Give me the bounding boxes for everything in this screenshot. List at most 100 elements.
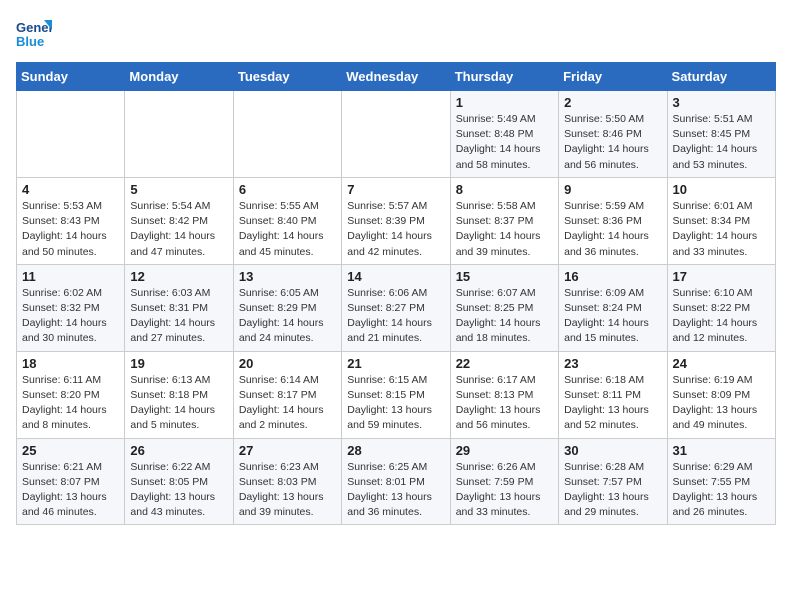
day-info: Sunrise: 5:50 AMSunset: 8:46 PMDaylight:…: [564, 112, 661, 173]
day-info: Sunrise: 6:13 AMSunset: 8:18 PMDaylight:…: [130, 373, 227, 434]
day-number: 12: [130, 269, 227, 284]
day-number: 15: [456, 269, 553, 284]
calendar-cell: 8 Sunrise: 5:58 AMSunset: 8:37 PMDaylight…: [450, 177, 558, 264]
calendar-cell: 5 Sunrise: 5:54 AMSunset: 8:42 PMDaylight…: [125, 177, 233, 264]
day-info: Sunrise: 6:09 AMSunset: 8:24 PMDaylight:…: [564, 286, 661, 347]
day-info: Sunrise: 6:11 AMSunset: 8:20 PMDaylight:…: [22, 373, 119, 434]
calendar-cell: 13 Sunrise: 6:05 AMSunset: 8:29 PMDayligh…: [233, 264, 341, 351]
calendar-cell: 21 Sunrise: 6:15 AMSunset: 8:15 PMDayligh…: [342, 351, 450, 438]
day-number: 14: [347, 269, 444, 284]
day-number: 10: [673, 182, 770, 197]
day-number: 21: [347, 356, 444, 371]
calendar-table: SundayMondayTuesdayWednesdayThursdayFrid…: [16, 62, 776, 525]
day-info: Sunrise: 6:06 AMSunset: 8:27 PMDaylight:…: [347, 286, 444, 347]
day-number: 26: [130, 443, 227, 458]
day-number: 8: [456, 182, 553, 197]
day-number: 2: [564, 95, 661, 110]
day-info: Sunrise: 6:10 AMSunset: 8:22 PMDaylight:…: [673, 286, 770, 347]
day-info: Sunrise: 6:18 AMSunset: 8:11 PMDaylight:…: [564, 373, 661, 434]
day-info: Sunrise: 6:23 AMSunset: 8:03 PMDaylight:…: [239, 460, 336, 521]
day-info: Sunrise: 6:07 AMSunset: 8:25 PMDaylight:…: [456, 286, 553, 347]
day-number: 22: [456, 356, 553, 371]
weekday-header-friday: Friday: [559, 63, 667, 91]
day-number: 19: [130, 356, 227, 371]
calendar-cell: 15 Sunrise: 6:07 AMSunset: 8:25 PMDayligh…: [450, 264, 558, 351]
day-number: 5: [130, 182, 227, 197]
weekday-header-thursday: Thursday: [450, 63, 558, 91]
day-info: Sunrise: 5:58 AMSunset: 8:37 PMDaylight:…: [456, 199, 553, 260]
day-info: Sunrise: 6:15 AMSunset: 8:15 PMDaylight:…: [347, 373, 444, 434]
calendar-cell: 18 Sunrise: 6:11 AMSunset: 8:20 PMDayligh…: [17, 351, 125, 438]
day-number: 9: [564, 182, 661, 197]
day-number: 28: [347, 443, 444, 458]
calendar-cell: 23 Sunrise: 6:18 AMSunset: 8:11 PMDayligh…: [559, 351, 667, 438]
day-number: 7: [347, 182, 444, 197]
calendar-cell: 10 Sunrise: 6:01 AMSunset: 8:34 PMDayligh…: [667, 177, 775, 264]
calendar-cell: 19 Sunrise: 6:13 AMSunset: 8:18 PMDayligh…: [125, 351, 233, 438]
day-number: 24: [673, 356, 770, 371]
weekday-header-sunday: Sunday: [17, 63, 125, 91]
day-number: 18: [22, 356, 119, 371]
calendar-cell: [125, 91, 233, 178]
day-number: 16: [564, 269, 661, 284]
calendar-cell: 2 Sunrise: 5:50 AMSunset: 8:46 PMDaylight…: [559, 91, 667, 178]
day-info: Sunrise: 5:51 AMSunset: 8:45 PMDaylight:…: [673, 112, 770, 173]
calendar-cell: 31 Sunrise: 6:29 AMSunset: 7:55 PMDayligh…: [667, 438, 775, 525]
day-number: 17: [673, 269, 770, 284]
day-info: Sunrise: 6:29 AMSunset: 7:55 PMDaylight:…: [673, 460, 770, 521]
day-number: 27: [239, 443, 336, 458]
logo-icon: General Blue: [16, 16, 52, 52]
day-info: Sunrise: 6:22 AMSunset: 8:05 PMDaylight:…: [130, 460, 227, 521]
day-number: 1: [456, 95, 553, 110]
day-info: Sunrise: 6:19 AMSunset: 8:09 PMDaylight:…: [673, 373, 770, 434]
calendar-cell: [342, 91, 450, 178]
day-number: 6: [239, 182, 336, 197]
day-info: Sunrise: 6:01 AMSunset: 8:34 PMDaylight:…: [673, 199, 770, 260]
day-info: Sunrise: 6:02 AMSunset: 8:32 PMDaylight:…: [22, 286, 119, 347]
calendar-cell: 4Sunrise: 5:53 AMSunset: 8:43 PMDaylight…: [17, 177, 125, 264]
calendar-cell: 16 Sunrise: 6:09 AMSunset: 8:24 PMDayligh…: [559, 264, 667, 351]
day-number: 13: [239, 269, 336, 284]
day-info: Sunrise: 6:17 AMSunset: 8:13 PMDaylight:…: [456, 373, 553, 434]
day-number: 20: [239, 356, 336, 371]
day-info: Sunrise: 6:25 AMSunset: 8:01 PMDaylight:…: [347, 460, 444, 521]
calendar-cell: 25 Sunrise: 6:21 AMSunset: 8:07 PMDayligh…: [17, 438, 125, 525]
calendar-cell: 27 Sunrise: 6:23 AMSunset: 8:03 PMDayligh…: [233, 438, 341, 525]
calendar-cell: 20Sunrise: 6:14 AMSunset: 8:17 PMDayligh…: [233, 351, 341, 438]
day-info: Sunrise: 5:55 AMSunset: 8:40 PMDaylight:…: [239, 199, 336, 260]
day-number: 31: [673, 443, 770, 458]
calendar-cell: 22 Sunrise: 6:17 AMSunset: 8:13 PMDayligh…: [450, 351, 558, 438]
calendar-cell: 29 Sunrise: 6:26 AMSunset: 7:59 PMDayligh…: [450, 438, 558, 525]
calendar-cell: 6 Sunrise: 5:55 AMSunset: 8:40 PMDaylight…: [233, 177, 341, 264]
day-number: 3: [673, 95, 770, 110]
calendar-cell: 3 Sunrise: 5:51 AMSunset: 8:45 PMDaylight…: [667, 91, 775, 178]
calendar-cell: 17 Sunrise: 6:10 AMSunset: 8:22 PMDayligh…: [667, 264, 775, 351]
day-info: Sunrise: 6:28 AMSunset: 7:57 PMDaylight:…: [564, 460, 661, 521]
weekday-header-tuesday: Tuesday: [233, 63, 341, 91]
day-info: Sunrise: 6:26 AMSunset: 7:59 PMDaylight:…: [456, 460, 553, 521]
calendar-cell: 12 Sunrise: 6:03 AMSunset: 8:31 PMDayligh…: [125, 264, 233, 351]
header: General Blue: [16, 16, 776, 52]
day-number: 29: [456, 443, 553, 458]
day-info: Sunrise: 5:54 AMSunset: 8:42 PMDaylight:…: [130, 199, 227, 260]
calendar-cell: 26 Sunrise: 6:22 AMSunset: 8:05 PMDayligh…: [125, 438, 233, 525]
calendar-cell: 24 Sunrise: 6:19 AMSunset: 8:09 PMDayligh…: [667, 351, 775, 438]
calendar-cell: 1 Sunrise: 5:49 AMSunset: 8:48 PMDaylight…: [450, 91, 558, 178]
calendar-cell: [233, 91, 341, 178]
calendar-cell: 9 Sunrise: 5:59 AMSunset: 8:36 PMDaylight…: [559, 177, 667, 264]
calendar-cell: 30 Sunrise: 6:28 AMSunset: 7:57 PMDayligh…: [559, 438, 667, 525]
day-number: 23: [564, 356, 661, 371]
day-number: 25: [22, 443, 119, 458]
day-number: 30: [564, 443, 661, 458]
calendar-cell: 28 Sunrise: 6:25 AMSunset: 8:01 PMDayligh…: [342, 438, 450, 525]
weekday-header-wednesday: Wednesday: [342, 63, 450, 91]
day-info: Sunrise: 6:03 AMSunset: 8:31 PMDaylight:…: [130, 286, 227, 347]
calendar-cell: 11 Sunrise: 6:02 AMSunset: 8:32 PMDayligh…: [17, 264, 125, 351]
day-number: 11: [22, 269, 119, 284]
day-info: Sunrise: 6:21 AMSunset: 8:07 PMDaylight:…: [22, 460, 119, 521]
day-info: Sunrise: 5:53 AMSunset: 8:43 PMDaylight:…: [22, 199, 119, 260]
day-info: Sunrise: 5:49 AMSunset: 8:48 PMDaylight:…: [456, 112, 553, 173]
logo: General Blue: [16, 16, 52, 52]
day-info: Sunrise: 6:05 AMSunset: 8:29 PMDaylight:…: [239, 286, 336, 347]
day-info: Sunrise: 5:59 AMSunset: 8:36 PMDaylight:…: [564, 199, 661, 260]
